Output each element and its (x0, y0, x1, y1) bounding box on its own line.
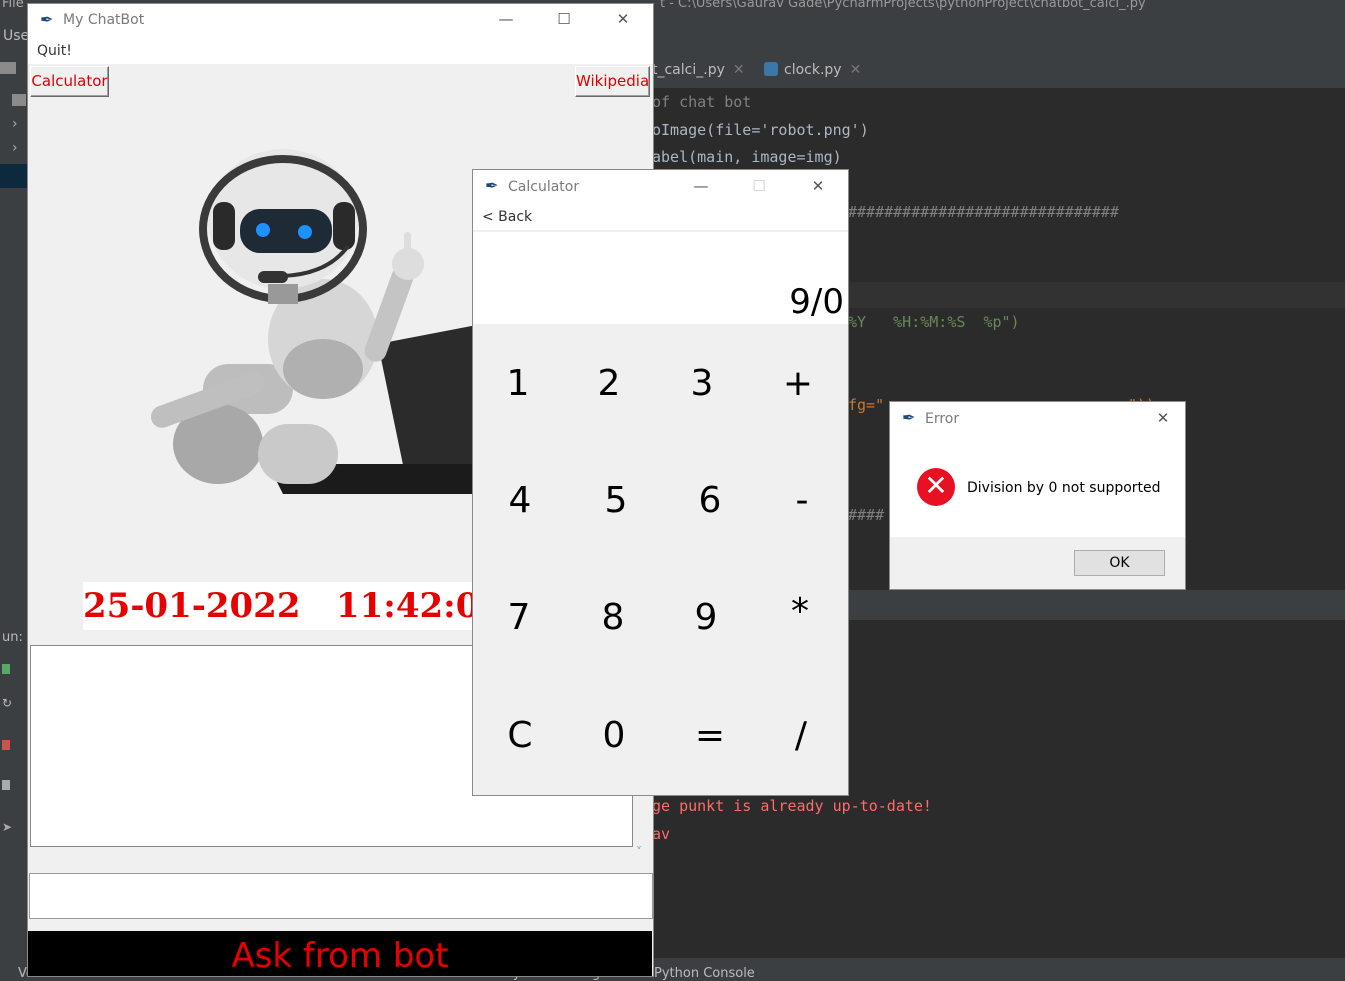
tab-clock[interactable]: clock.py ✕ (764, 62, 861, 78)
key-1[interactable]: 1 (488, 354, 548, 414)
pin-icon[interactable]: ➤ (2, 820, 12, 834)
key-8[interactable]: 8 (583, 588, 643, 648)
calculator-button[interactable]: Calculator (30, 66, 109, 97)
error-message: Division by 0 not supported (967, 480, 1161, 496)
maximize-button: ☐ (752, 177, 766, 195)
key-0[interactable]: 0 (584, 706, 644, 766)
code-line: ############################## (848, 203, 1119, 221)
close-button[interactable]: ✕ (798, 177, 838, 195)
feather-icon: ✒ (902, 408, 916, 427)
ide-menu-file[interactable]: File (2, 0, 24, 11)
minimize-button[interactable]: — (681, 177, 721, 195)
key-6[interactable]: 6 (680, 471, 740, 531)
calculator-title-bar[interactable]: ✒ Calculator — ☐ ✕ (473, 170, 848, 204)
tab-chatbot-calci[interactable]: t_calci_.py ✕ (652, 62, 745, 78)
menu-bar: Quit! (28, 38, 653, 64)
feather-icon: ✒ (485, 176, 499, 195)
key-7[interactable]: 7 (489, 588, 549, 648)
python-file-icon (764, 62, 778, 76)
error-dialog: ✒ Error ✕ ✕ Division by 0 not supported … (890, 402, 1185, 589)
close-button[interactable]: ✕ (603, 10, 643, 28)
error-title-bar[interactable]: ✒ Error ✕ (890, 402, 1185, 436)
wikipedia-button[interactable]: Wikipedia (575, 66, 650, 97)
code-line: abel(main, image=img) (652, 148, 842, 166)
key-equals[interactable]: = (680, 706, 740, 766)
ide-file-path: t - C:\Users\Gaurav Gade\PycharmProjects… (660, 0, 1146, 11)
layout-icon[interactable] (2, 780, 10, 790)
error-icon: ✕ (917, 468, 955, 506)
rerun-icon[interactable]: ↻ (2, 696, 12, 710)
run-panel-label: un: (2, 630, 23, 645)
selected-tree-row[interactable] (0, 164, 28, 188)
folder-icon[interactable] (12, 94, 26, 106)
ok-button[interactable]: OK (1074, 550, 1165, 576)
menu-quit[interactable]: Quit! (37, 43, 72, 59)
console-line: av (652, 825, 671, 843)
chevron-right-icon[interactable]: › (12, 116, 18, 132)
stop-icon[interactable] (2, 740, 10, 750)
editor-tab-bar: t_calci_.py ✕ clock.py ✕ (652, 56, 1345, 89)
ide-project-sidebar: › › un: ↻ ➤ (0, 56, 28, 981)
close-icon[interactable]: ✕ (733, 62, 745, 78)
menu-back[interactable]: < Back (482, 209, 532, 225)
code-line: #### (848, 506, 885, 524)
key-5[interactable]: 5 (586, 471, 646, 531)
window-title: Calculator (508, 179, 580, 195)
calculator-display: 9/0 (473, 232, 848, 324)
folder-icon[interactable] (0, 62, 16, 74)
tab-label: clock.py (784, 62, 842, 78)
chatbot-title-bar[interactable]: ✒ My ChatBot — ☐ ✕ (28, 4, 653, 38)
ask-from-bot-button[interactable]: Ask from bot (28, 931, 652, 976)
window-title: Error (925, 411, 960, 427)
tab-label: t_calci_.py (652, 62, 725, 78)
code-line: oImage(file='robot.png') (652, 121, 869, 139)
run-icon[interactable] (2, 664, 10, 674)
robot-image (150, 149, 508, 494)
code-line: %Y %H:%M:%S %p") (848, 313, 1020, 331)
code-line: of chat bot (652, 93, 752, 111)
key-multiply[interactable]: * (770, 582, 830, 642)
chevron-right-icon[interactable]: › (12, 140, 18, 156)
tool-python-console[interactable]: Python Console (654, 966, 755, 981)
key-4[interactable]: 4 (490, 471, 550, 531)
calculator-menu-bar: < Back (473, 204, 848, 230)
key-minus[interactable]: - (772, 471, 832, 531)
key-clear[interactable]: C (490, 706, 550, 766)
display-value: 9/0 (789, 282, 844, 322)
chevron-down-icon[interactable]: ˅ (636, 845, 642, 859)
key-9[interactable]: 9 (676, 588, 736, 648)
message-input[interactable] (29, 873, 653, 919)
window-title: My ChatBot (63, 12, 145, 28)
ide-project-label: Use (3, 28, 30, 44)
feather-icon: ✒ (40, 10, 54, 29)
key-3[interactable]: 3 (672, 354, 732, 414)
close-button[interactable]: ✕ (1143, 409, 1183, 427)
minimize-button[interactable]: — (486, 10, 526, 28)
maximize-button[interactable]: ☐ (544, 10, 584, 28)
console-line: ge punkt is already up-to-date! (652, 797, 932, 815)
key-2[interactable]: 2 (579, 354, 639, 414)
error-body: ✕ Division by 0 not supported (890, 436, 1185, 537)
close-icon[interactable]: ✕ (850, 62, 862, 78)
calculator-window: ✒ Calculator — ☐ ✕ < Back 9/0 1 2 3 + 4 … (473, 170, 848, 795)
key-plus[interactable]: + (768, 354, 828, 414)
key-divide[interactable]: / (771, 706, 831, 766)
